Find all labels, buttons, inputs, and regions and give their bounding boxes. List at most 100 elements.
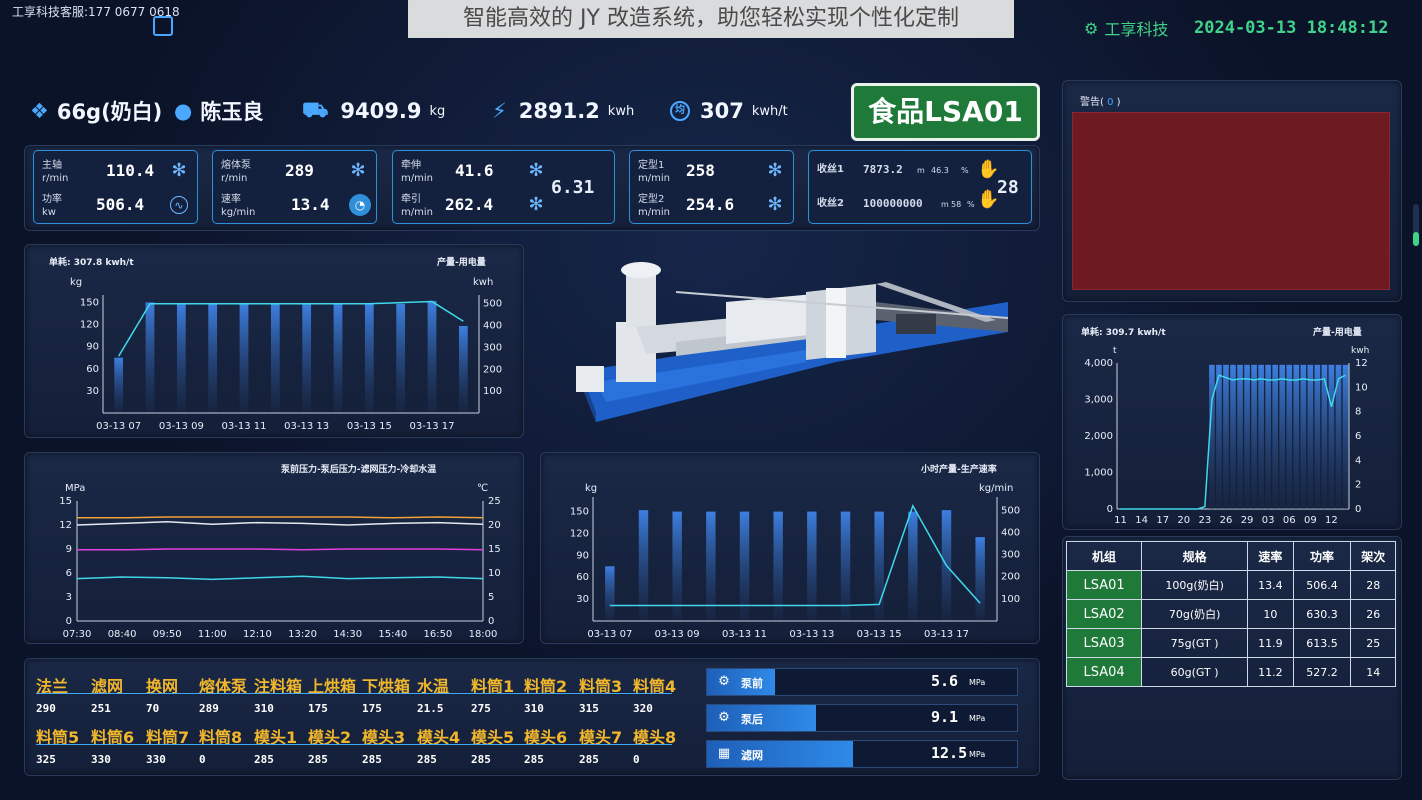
y-tick-right: 300: [483, 342, 502, 353]
unit-id-cell[interactable]: LSA03: [1065, 628, 1143, 658]
param-value: 285: [254, 753, 274, 766]
x-tick-label: 07:30: [63, 629, 92, 640]
line-series: [76, 521, 484, 526]
winder-count: 28: [997, 177, 1019, 198]
bar: [114, 357, 124, 413]
x-tick-label: 08:40: [108, 629, 137, 640]
scan-icon[interactable]: [153, 16, 173, 36]
winder1-label: 收丝1: [817, 164, 844, 175]
column-header[interactable]: 规格: [1141, 541, 1249, 571]
y-axis-label-right: kwh: [473, 277, 493, 288]
x-tick-label: 06: [1283, 515, 1296, 526]
x-tick-label: 03-13 11: [722, 629, 767, 640]
table-row[interactable]: LSA02 70g(奶白) 10 630.3 26: [1065, 599, 1396, 629]
bar: [427, 300, 437, 413]
x-tick-label: 03-13 07: [96, 421, 141, 432]
table-cell: 506.4: [1292, 570, 1352, 600]
line-series: [609, 504, 981, 607]
draw-value: 41.6: [455, 161, 494, 180]
y-tick-right: 15: [488, 544, 501, 555]
column-header[interactable]: 速率: [1247, 541, 1294, 571]
param-value: 285: [362, 753, 382, 766]
x-tick-label: 23: [1199, 515, 1212, 526]
column-header[interactable]: 架次: [1350, 541, 1396, 571]
pressure-bar: ▦ 滤网 12.5 MPa: [706, 740, 1018, 768]
param-value: 325: [36, 753, 56, 766]
x-tick-label: 03-13 17: [924, 629, 969, 640]
unit-id-cell[interactable]: LSA01: [1065, 570, 1143, 600]
param-value: 175: [362, 702, 382, 715]
table-row[interactable]: LSA03 75g(GT ) 11.9 613.5 25: [1065, 628, 1396, 658]
lightning-icon: ⚡: [492, 99, 507, 123]
alarm-list[interactable]: [1072, 112, 1390, 290]
param-value: 285: [579, 753, 599, 766]
total-weight: ⛟ 9409.9 kg: [302, 94, 445, 128]
table-cell: 10: [1247, 599, 1294, 629]
x-tick-label: 03: [1262, 515, 1275, 526]
table-row[interactable]: LSA01 100g(奶白) 13.4 506.4 28: [1065, 570, 1396, 600]
param-value: 0: [633, 753, 640, 766]
metric-label: 牵伸: [401, 160, 421, 171]
bar: [773, 511, 783, 621]
bar: [1314, 364, 1321, 509]
operator-name: 陈玉良: [200, 100, 264, 124]
table-row[interactable]: LSA04 60g(GT ) 11.2 527.2 14: [1065, 657, 1396, 687]
metric-box-melt-pump: 熔体泵 r/min 289 ✻ 速率 kg/min 13.4 ◔: [212, 150, 377, 224]
chart-panel-daily: 单耗: 309.7 kwh/t 产量-用电量 t kwh 0 1,000 2,000…: [1062, 314, 1402, 530]
bar: [1307, 364, 1314, 509]
column-header[interactable]: 功率: [1292, 541, 1352, 571]
param-value: 285: [471, 753, 491, 766]
metric-box-setting: 定型1 m/min 258 ✻ 定型2 m/min 254.6 ✻: [629, 150, 794, 224]
setting2-value: 254.6: [686, 195, 735, 214]
bar: [1265, 364, 1271, 509]
y-tick-left: 3: [66, 592, 72, 603]
x-tick-label: 12: [1325, 515, 1338, 526]
unit-table-header: 机组 规格 速率 功率 架次: [1065, 541, 1396, 571]
filter-icon: ▦: [717, 746, 731, 761]
param-value: 175: [308, 702, 328, 715]
pressure-value: 5.6: [931, 672, 959, 690]
pressure-unit: MPa: [969, 714, 986, 723]
spindle-speed-value: 110.4: [106, 161, 155, 180]
x-tick-label: 03-13 15: [347, 421, 392, 432]
divider: [36, 744, 672, 745]
y-tick-right: 100: [483, 386, 502, 397]
x-tick-label: 03-13 09: [655, 629, 700, 640]
x-tick-label: 03-13 09: [159, 421, 204, 432]
total-energy-unit: kwh: [607, 103, 635, 119]
table-cell: 100g(奶白): [1141, 570, 1249, 600]
metric-unit: kg/min: [221, 207, 256, 218]
scrollbar[interactable]: [1413, 204, 1419, 246]
param-value: 310: [254, 702, 274, 715]
power-value: 506.4: [96, 195, 145, 214]
param-value: 330: [91, 753, 111, 766]
bar: [333, 303, 343, 413]
table-cell: 11.2: [1247, 657, 1294, 687]
chart-output-energy: kg kwh 30 60 90 120 150 100 200 300 400 500 03-13 …: [70, 277, 502, 432]
fan-icon: ✻: [767, 160, 783, 181]
bar: [1230, 364, 1236, 509]
y-tick-left: 120: [80, 320, 99, 331]
pressure-unit: MPa: [969, 678, 986, 687]
pressure-name: 泵后: [741, 713, 763, 726]
pump-icon: ⚙: [718, 674, 730, 689]
product-badge[interactable]: 食品LSA01: [851, 83, 1040, 141]
table-cell: 25: [1350, 628, 1396, 658]
y-tick-left: 0: [1107, 504, 1113, 515]
x-tick-label: 11: [1114, 515, 1127, 526]
pressure-name: 滤网: [741, 749, 763, 762]
metric-unit: m/min: [401, 207, 433, 218]
column-header[interactable]: 机组: [1065, 541, 1143, 571]
y-tick-right: 6: [1355, 431, 1361, 442]
bar: [638, 510, 649, 621]
x-tick-label: 11:00: [198, 629, 227, 640]
unit-id-cell[interactable]: LSA04: [1065, 657, 1143, 687]
operator: ● 陈玉良: [174, 94, 263, 128]
unit-id-cell[interactable]: LSA02: [1065, 599, 1143, 629]
scrollbar-thumb[interactable]: [1413, 232, 1419, 246]
hand-icon: ✋: [977, 159, 1000, 180]
y-tick-right: 12: [1355, 358, 1368, 369]
y-axis-label-left: MPa: [65, 483, 85, 494]
divider: [36, 693, 672, 694]
bar: [908, 511, 918, 621]
